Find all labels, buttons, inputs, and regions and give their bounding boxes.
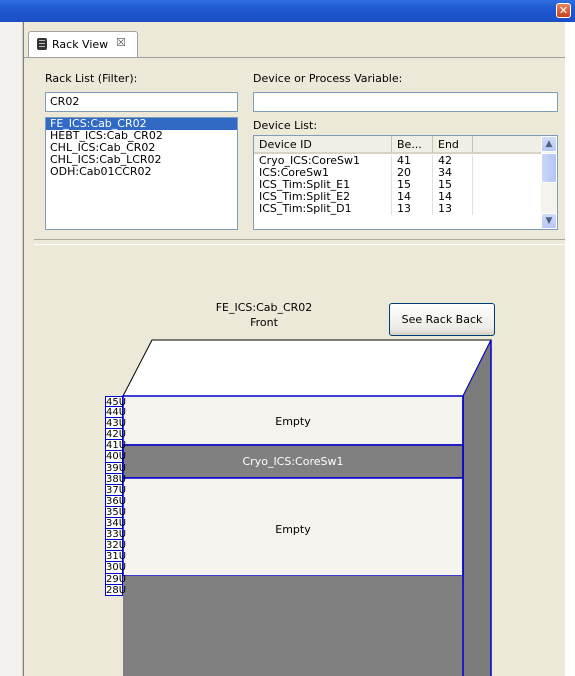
unit-label: 40U (105, 451, 127, 463)
device-search-input[interactable] (253, 92, 558, 112)
unit-label: 39U (105, 462, 127, 474)
left-frame (0, 22, 23, 676)
window-title-bar: ✕ (0, 0, 575, 22)
slot-occupied-lower (123, 576, 463, 676)
unit-label: 44U (105, 407, 127, 419)
split-pane-divider[interactable] (34, 239, 565, 245)
unit-label: 33U (105, 529, 127, 541)
unit-label: 37U (105, 484, 127, 496)
slot-label-empty-middle[interactable]: Empty (123, 523, 463, 536)
column-header-begin[interactable]: Be... (392, 136, 433, 154)
device-search-label: Device or Process Variable: (253, 72, 403, 85)
slot-label-empty-top[interactable]: Empty (123, 415, 463, 428)
unit-label: 38U (105, 473, 127, 485)
unit-label: 42U (105, 429, 127, 441)
scroll-down-icon[interactable]: ▼ (541, 213, 557, 229)
table-row[interactable]: ICS_Tim:Split_D1 13 13 (254, 203, 541, 215)
slot-label-cryo-coresw1[interactable]: Cryo_ICS:CoreSw1 (123, 455, 463, 468)
unit-label: 36U (105, 495, 127, 507)
window-close-button[interactable]: ✕ (556, 3, 571, 18)
column-header-device-id[interactable]: Device ID (254, 136, 392, 154)
right-frame (564, 22, 575, 676)
unit-label: 32U (105, 540, 127, 552)
rack-unit-labels: 45U 44U 43U 42U 41U 40U 39U 38U 37U 36U … (105, 396, 127, 596)
rack-list-item[interactable]: ODH:Cab01CCR02 (46, 166, 237, 178)
unit-label: 31U (105, 551, 127, 563)
scroll-up-icon[interactable]: ▲ (541, 136, 557, 152)
unit-label: 29U (105, 573, 127, 585)
scrollbar-thumb[interactable] (541, 153, 557, 183)
unit-label: 45U (105, 396, 127, 408)
cell-begin: 13 (392, 203, 433, 215)
rack-display-area: FE_ICS:Cab_CR02 Front See Rack Back 45U … (24, 246, 565, 676)
unit-label: 34U (105, 518, 127, 530)
rack-icon (37, 38, 47, 50)
column-header-filler (473, 136, 541, 154)
tab-rack-view[interactable]: Rack View ☒ (28, 31, 138, 57)
rack-top-face (122, 339, 492, 397)
column-header-end[interactable]: End (433, 136, 473, 154)
unit-label: 43U (105, 418, 127, 430)
rack-view-panel: Rack View ☒ Rack List (Filter): CR02 FE_… (23, 22, 565, 676)
device-list-label: Device List: (253, 119, 318, 132)
rack-filter-input[interactable]: CR02 (45, 92, 238, 112)
rack-list[interactable]: FE_ICS:Cab_CR02 HEBT_ICS:Cab_CR02 CHL_IC… (45, 117, 238, 230)
cell-end: 13 (433, 203, 473, 215)
device-table[interactable]: Device ID Be... End Cryo_ICS:CoreSw1 41 … (253, 135, 558, 230)
filter-area: Rack List (Filter): CR02 FE_ICS:Cab_CR02… (24, 58, 565, 238)
unit-label: 35U (105, 506, 127, 519)
unit-label: 41U (105, 440, 127, 452)
device-table-scrollbar[interactable]: ▲ ▼ (541, 136, 557, 229)
tab-label: Rack View (52, 38, 109, 51)
unit-label: 30U (105, 562, 127, 574)
tab-close-icon[interactable]: ☒ (116, 36, 126, 49)
rack-side-face (463, 340, 491, 676)
cell-device-id: ICS_Tim:Split_D1 (254, 203, 392, 215)
rack-list-label: Rack List (Filter): (45, 72, 138, 85)
unit-label: 28U (105, 584, 127, 596)
tab-strip: Rack View ☒ (24, 22, 565, 58)
